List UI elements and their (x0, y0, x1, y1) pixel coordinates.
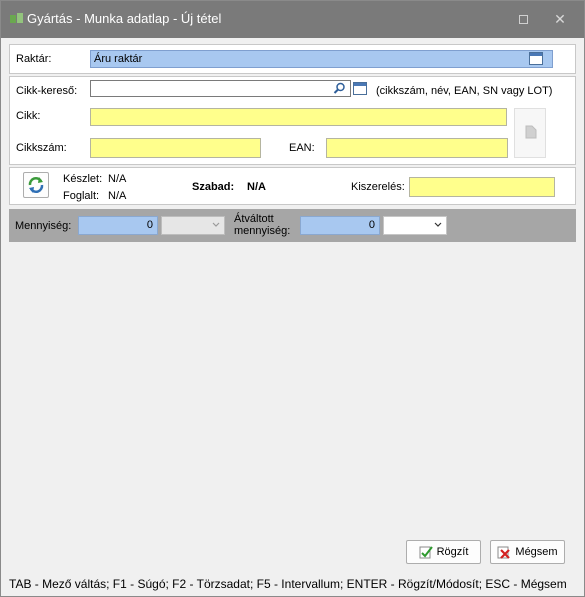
free-label: Szabad: (192, 181, 235, 193)
app-icon (10, 13, 23, 23)
content-area (9, 242, 576, 575)
item-image-placeholder (514, 108, 546, 158)
save-button[interactable]: Rögzít (406, 540, 481, 564)
maximize-button[interactable] (508, 7, 538, 31)
quantity-input[interactable]: 0 (78, 216, 158, 235)
converted-quantity-label-line1: Átváltott (234, 213, 274, 225)
document-icon (525, 125, 537, 139)
refresh-stock-button[interactable] (23, 172, 49, 198)
close-icon: ✕ (554, 11, 566, 27)
packaging-label: Kiszerelés: (351, 181, 405, 193)
ean-field[interactable] (326, 138, 508, 158)
quantity-label: Mennyiség: (15, 220, 72, 232)
save-button-label: Rögzít (436, 546, 469, 558)
search-icon[interactable] (333, 82, 346, 95)
item-field[interactable] (90, 108, 507, 126)
title-bar[interactable]: Gyártás - Munka adatlap - Új tétel ✕ (1, 1, 584, 38)
window-title: Gyártás - Munka adatlap - Új tétel (27, 11, 222, 26)
right-edge (576, 41, 584, 575)
warehouse-label: Raktár: (16, 53, 52, 65)
save-check-icon (419, 546, 433, 559)
reserved-value: N/A (108, 190, 127, 202)
item-search-input[interactable] (90, 80, 351, 97)
converted-unit-select[interactable] (383, 216, 447, 235)
item-search-hint: (cikkszám, név, EAN, SN vagy LOT) (376, 85, 553, 97)
free-value: N/A (247, 181, 266, 193)
converted-quantity-input[interactable]: 0 (300, 216, 380, 235)
warehouse-field[interactable]: Áru raktár (90, 50, 553, 68)
quantity-unit-select[interactable] (161, 216, 225, 235)
chevron-down-icon (212, 222, 220, 227)
cancel-button[interactable]: Mégsem (490, 540, 565, 564)
stock-panel: Készlet: N/A Foglalt: N/A Szabad: N/A Ki… (9, 167, 576, 205)
converted-quantity-label: Átváltott mennyiség: (234, 213, 290, 237)
stock-label: Készlet: (63, 173, 103, 185)
chevron-down-icon (434, 222, 442, 227)
quantity-band: Mennyiség: 0 Átváltott mennyiség: 0 (9, 209, 576, 242)
stock-value: N/A (108, 173, 127, 185)
cancel-button-label: Mégsem (515, 546, 558, 558)
warehouse-lookup-icon[interactable] (529, 52, 543, 65)
maximize-icon (518, 15, 528, 24)
refresh-icon (28, 177, 44, 193)
item-number-label: Cikkszám: (16, 142, 67, 154)
packaging-field[interactable] (409, 177, 555, 197)
item-panel: Cikk-kereső: (cikkszám, név, EAN, SN vag… (9, 76, 576, 165)
warehouse-panel: Raktár: Áru raktár (9, 44, 576, 74)
dialog-window: Gyártás - Munka adatlap - Új tétel ✕ Rak… (0, 0, 585, 597)
cancel-icon (497, 546, 511, 559)
status-bar: TAB - Mező váltás; F1 - Súgó; F2 - Törzs… (9, 577, 567, 591)
item-search-label: Cikk-kereső: (16, 85, 78, 97)
ean-label: EAN: (289, 142, 315, 154)
item-number-field[interactable] (90, 138, 261, 158)
close-button[interactable]: ✕ (545, 7, 575, 31)
converted-quantity-label-line2: mennyiség: (234, 225, 291, 237)
item-lookup-icon[interactable] (353, 82, 367, 95)
reserved-label: Foglalt: (63, 190, 100, 202)
item-label: Cikk: (16, 110, 41, 122)
